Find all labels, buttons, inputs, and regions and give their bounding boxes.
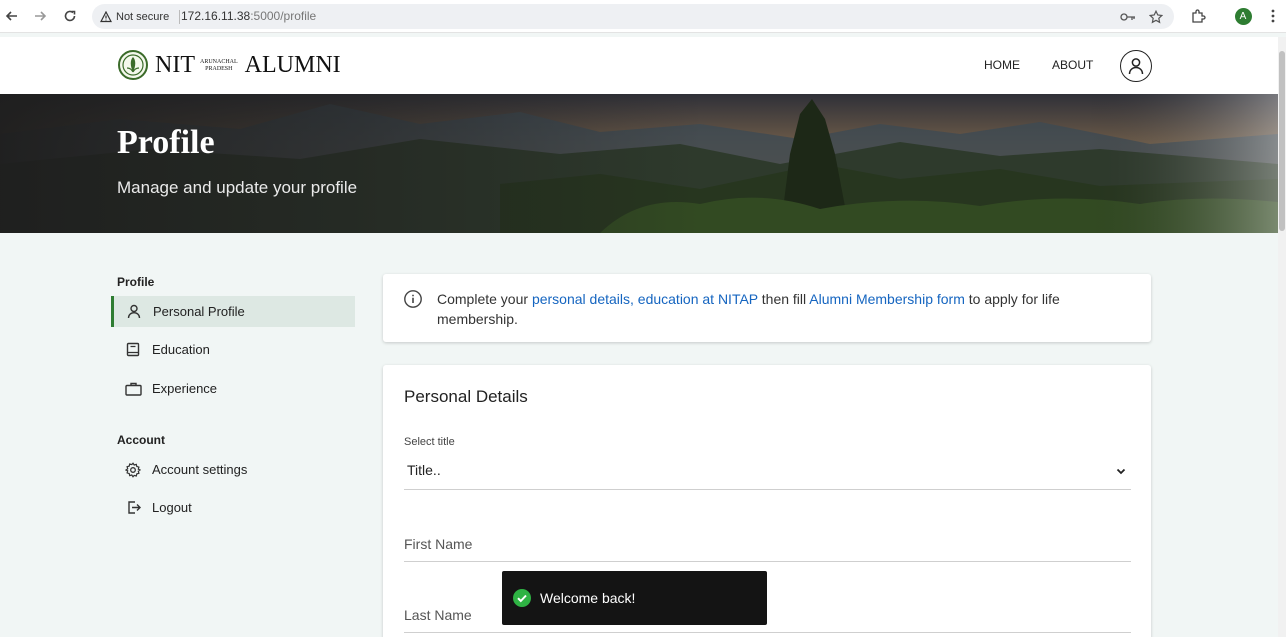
logo-place: ARUNACHAL PRADESH — [200, 59, 238, 73]
membership-notice: Complete your personal details, educatio… — [383, 274, 1151, 342]
address-bar[interactable]: Not secure 172.16.11.38:5000/profile — [92, 4, 1174, 29]
sidebar-item-label: Account settings — [152, 462, 248, 477]
title-select-value: Title.. — [407, 462, 441, 478]
sidebar-item-personal-profile[interactable]: Personal Profile — [111, 296, 355, 327]
back-icon[interactable] — [2, 6, 22, 26]
security-label: Not secure — [116, 10, 170, 23]
profile-initial: A — [1234, 7, 1252, 25]
sidebar-item-account-settings[interactable]: Account settings — [111, 454, 355, 485]
reload-icon[interactable] — [60, 6, 80, 26]
title-select[interactable]: Title.. — [404, 453, 1131, 490]
scrollbar-thumb[interactable] — [1279, 51, 1285, 231]
notice-text-part: then fill — [757, 291, 810, 307]
user-icon — [1128, 58, 1144, 75]
forward-icon[interactable] — [30, 6, 50, 26]
chevron-down-icon — [1116, 468, 1126, 475]
warning-icon — [100, 10, 112, 22]
nit-seal-icon — [118, 50, 148, 80]
sidebar-heading-account: Account — [117, 433, 165, 447]
password-key-icon[interactable] — [1119, 8, 1136, 25]
nav-about[interactable]: ABOUT — [1052, 58, 1093, 72]
gear-icon — [124, 461, 142, 479]
sidebar-item-label: Logout — [152, 500, 192, 515]
info-icon — [404, 290, 422, 308]
title-select-label: Select title — [404, 436, 455, 448]
section-title: Personal Details — [404, 387, 528, 406]
notice-text-part: Complete your — [437, 291, 532, 307]
extensions-icon[interactable] — [1188, 6, 1208, 26]
site-header: NIT ARUNACHAL PRADESH ALUMNI HOME ABOUT — [0, 37, 1278, 94]
menu-kebab-icon[interactable] — [1263, 6, 1283, 26]
user-profile-button[interactable] — [1120, 50, 1152, 82]
bookmark-star-icon[interactable] — [1147, 8, 1164, 25]
url-host: 172.16.11.38 — [181, 9, 251, 23]
security-chip[interactable]: Not secure — [100, 8, 181, 25]
check-circle-icon — [513, 589, 531, 607]
mountain-landscape-image — [0, 94, 1278, 233]
book-icon — [124, 341, 142, 359]
nav-home[interactable]: HOME — [984, 58, 1020, 72]
last-name-placeholder: Last Name — [404, 607, 472, 623]
sidebar-item-experience[interactable]: Experience — [111, 373, 355, 404]
personal-details-link[interactable]: personal details, education at NITAP — [532, 291, 758, 307]
toast-message: Welcome back! — [540, 590, 636, 606]
hero-banner: Profile Manage and update your profile — [0, 94, 1278, 233]
logo-place-line1: ARUNACHAL — [199, 59, 238, 65]
site-logo[interactable]: NIT ARUNACHAL PRADESH ALUMNI — [117, 48, 341, 82]
logo-nit: NIT — [155, 51, 195, 78]
page-subtitle: Manage and update your profile — [117, 178, 358, 197]
profile-avatar-icon[interactable]: A — [1233, 6, 1253, 26]
personal-details-card: Personal Details Select title Title.. Fi… — [383, 365, 1151, 637]
person-icon — [125, 303, 143, 321]
first-name-placeholder: First Name — [404, 536, 473, 552]
welcome-toast: Welcome back! — [502, 571, 767, 625]
sidebar-item-label: Personal Profile — [153, 304, 245, 319]
logout-icon — [124, 499, 142, 517]
url-path: :5000/profile — [250, 9, 317, 23]
logo-alumni: ALUMNI — [244, 51, 341, 78]
sidebar-heading-profile: Profile — [117, 275, 155, 289]
sidebar-item-label: Education — [152, 342, 210, 357]
briefcase-icon — [124, 380, 142, 398]
url-text[interactable]: 172.16.11.38:5000/profile — [181, 9, 316, 23]
sidebar-item-education[interactable]: Education — [111, 334, 355, 365]
logo-place-line2: PRADESH — [205, 66, 233, 72]
membership-form-link[interactable]: Alumni Membership form — [809, 291, 965, 307]
browser-toolbar: Not secure 172.16.11.38:5000/profile A — [0, 0, 1286, 33]
notice-text: Complete your personal details, educatio… — [437, 289, 1127, 329]
page-scrollbar[interactable] — [1278, 37, 1286, 637]
page-title: Profile — [117, 124, 215, 161]
sidebar-item-logout[interactable]: Logout — [111, 492, 355, 523]
first-name-field[interactable]: First Name — [404, 524, 1131, 562]
sidebar-item-label: Experience — [152, 381, 218, 396]
